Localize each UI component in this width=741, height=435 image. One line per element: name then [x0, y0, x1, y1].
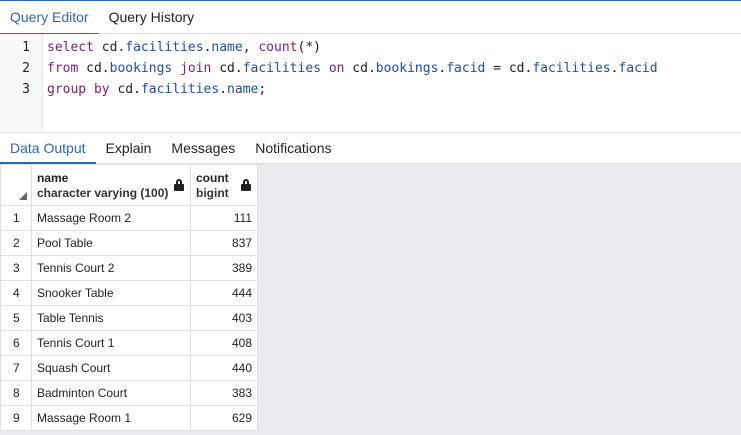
cell-name[interactable]: Snooker Table [31, 280, 191, 306]
code-token: . [133, 82, 141, 97]
row-number[interactable]: 4 [0, 280, 32, 306]
code-token: facilities [532, 61, 611, 76]
code-token: facilities [125, 40, 204, 55]
cell-count[interactable]: 383 [190, 380, 258, 406]
table-row[interactable]: 4 Snooker Table 444 [0, 280, 258, 306]
tab-query-history[interactable]: Query History [99, 1, 205, 34]
lock-icon [174, 179, 184, 191]
cell-count[interactable]: 389 [190, 255, 258, 281]
cell-name[interactable]: Table Tennis [31, 305, 191, 331]
table-row[interactable]: 7 Squash Court 440 [0, 355, 258, 381]
table-row[interactable]: 5 Table Tennis 403 [0, 305, 258, 331]
cell-count[interactable]: 440 [190, 355, 258, 381]
code-token: name [227, 82, 259, 97]
code-token: . [219, 82, 228, 97]
tab-query-editor[interactable]: Query Editor [0, 1, 99, 35]
editor-tab-bar: Query Editor Query History [0, 0, 741, 35]
code-token: cd [109, 82, 134, 97]
code-token: . [367, 61, 376, 76]
sort-triangle-icon [19, 192, 27, 200]
code-token: on [328, 61, 345, 76]
code-token: cd [211, 61, 235, 76]
code-token: . [101, 61, 110, 76]
code-token: cd [78, 61, 102, 76]
tab-explain[interactable]: Explain [96, 133, 162, 163]
cell-name[interactable]: Squash Court [31, 355, 191, 381]
code-token: group by [47, 82, 110, 97]
row-number[interactable]: 9 [0, 405, 32, 431]
code-token: select [47, 40, 94, 55]
code-token: facilities [140, 82, 220, 97]
code-line-1[interactable]: select cd.facilities.name, count(*) [47, 37, 321, 58]
table-row[interactable]: 8 Badminton Court 383 [0, 380, 258, 406]
results-grid-area: name character varying (100) count bigin… [0, 164, 741, 435]
column-title: name [37, 171, 69, 185]
code-token: = cd [485, 61, 525, 76]
code-token: ; [258, 82, 267, 97]
code-token: facid [446, 61, 486, 76]
output-tab-bar: Data Output Explain Messages Notificatio… [0, 133, 741, 164]
row-number[interactable]: 5 [0, 305, 32, 331]
cell-count[interactable]: 408 [190, 330, 258, 356]
cell-name[interactable]: Massage Room 2 [31, 205, 191, 231]
code-token: facid [618, 61, 658, 76]
line-number-gutter: 1 2 3 [0, 34, 43, 132]
table-row[interactable]: 9 Massage Room 1 629 [0, 405, 258, 431]
table-row[interactable]: 1 Massage Room 2 111 [0, 205, 258, 231]
cell-count[interactable]: 403 [190, 305, 258, 331]
code-line-3[interactable]: group by cd.facilities.name; [47, 79, 266, 100]
code-line-2[interactable]: from cd.bookings join cd.facilities on c… [47, 58, 658, 79]
code-token: bookings [109, 61, 173, 76]
tab-messages[interactable]: Messages [161, 133, 245, 163]
row-number[interactable]: 3 [0, 255, 32, 281]
table-row[interactable]: 6 Tennis Court 1 408 [0, 330, 258, 356]
cell-count[interactable]: 629 [190, 405, 258, 431]
code-token: bookings [375, 61, 439, 76]
table-row[interactable]: 3 Tennis Court 2 389 [0, 255, 258, 281]
cell-name[interactable]: Tennis Court 2 [31, 255, 191, 281]
cell-count[interactable]: 111 [190, 205, 258, 231]
column-header-name[interactable]: name character varying (100) [31, 164, 191, 206]
results-grid: name character varying (100) count bigin… [0, 164, 258, 431]
column-type: character varying (100) [37, 186, 169, 200]
code-token: facilities [242, 61, 321, 76]
row-number[interactable]: 2 [0, 230, 32, 256]
cell-name[interactable]: Massage Room 1 [31, 405, 191, 431]
row-number[interactable]: 1 [0, 205, 32, 231]
cell-count[interactable]: 444 [190, 280, 258, 306]
code-token: name [211, 40, 243, 55]
cell-name[interactable]: Pool Table [31, 230, 191, 256]
column-header-count[interactable]: count bigint [190, 164, 258, 206]
code-token: . [234, 61, 243, 76]
grid-corner[interactable] [0, 164, 32, 206]
sql-editor[interactable]: 1 2 3 select cd.facilities.name, count(*… [0, 34, 741, 132]
code-token: cd [344, 61, 368, 76]
cell-name[interactable]: Tennis Court 1 [31, 330, 191, 356]
code-token: , [242, 40, 259, 55]
cell-count[interactable]: 837 [190, 230, 258, 256]
line-number: 3 [22, 82, 30, 97]
code-token: from [47, 61, 79, 76]
cell-name[interactable]: Badminton Court [31, 380, 191, 406]
tab-data-output[interactable]: Data Output [0, 133, 96, 164]
code-token: (*) [297, 40, 321, 55]
line-number: 2 [22, 61, 30, 76]
tab-notifications[interactable]: Notifications [245, 133, 341, 163]
row-number[interactable]: 7 [0, 355, 32, 381]
code-token: cd [93, 40, 118, 55]
table-row[interactable]: 2 Pool Table 837 [0, 230, 258, 256]
code-token: count [258, 40, 298, 55]
line-number: 1 [22, 40, 30, 55]
code-token: join [180, 61, 212, 76]
row-number[interactable]: 6 [0, 330, 32, 356]
lock-icon [241, 179, 251, 191]
row-number[interactable]: 8 [0, 380, 32, 406]
